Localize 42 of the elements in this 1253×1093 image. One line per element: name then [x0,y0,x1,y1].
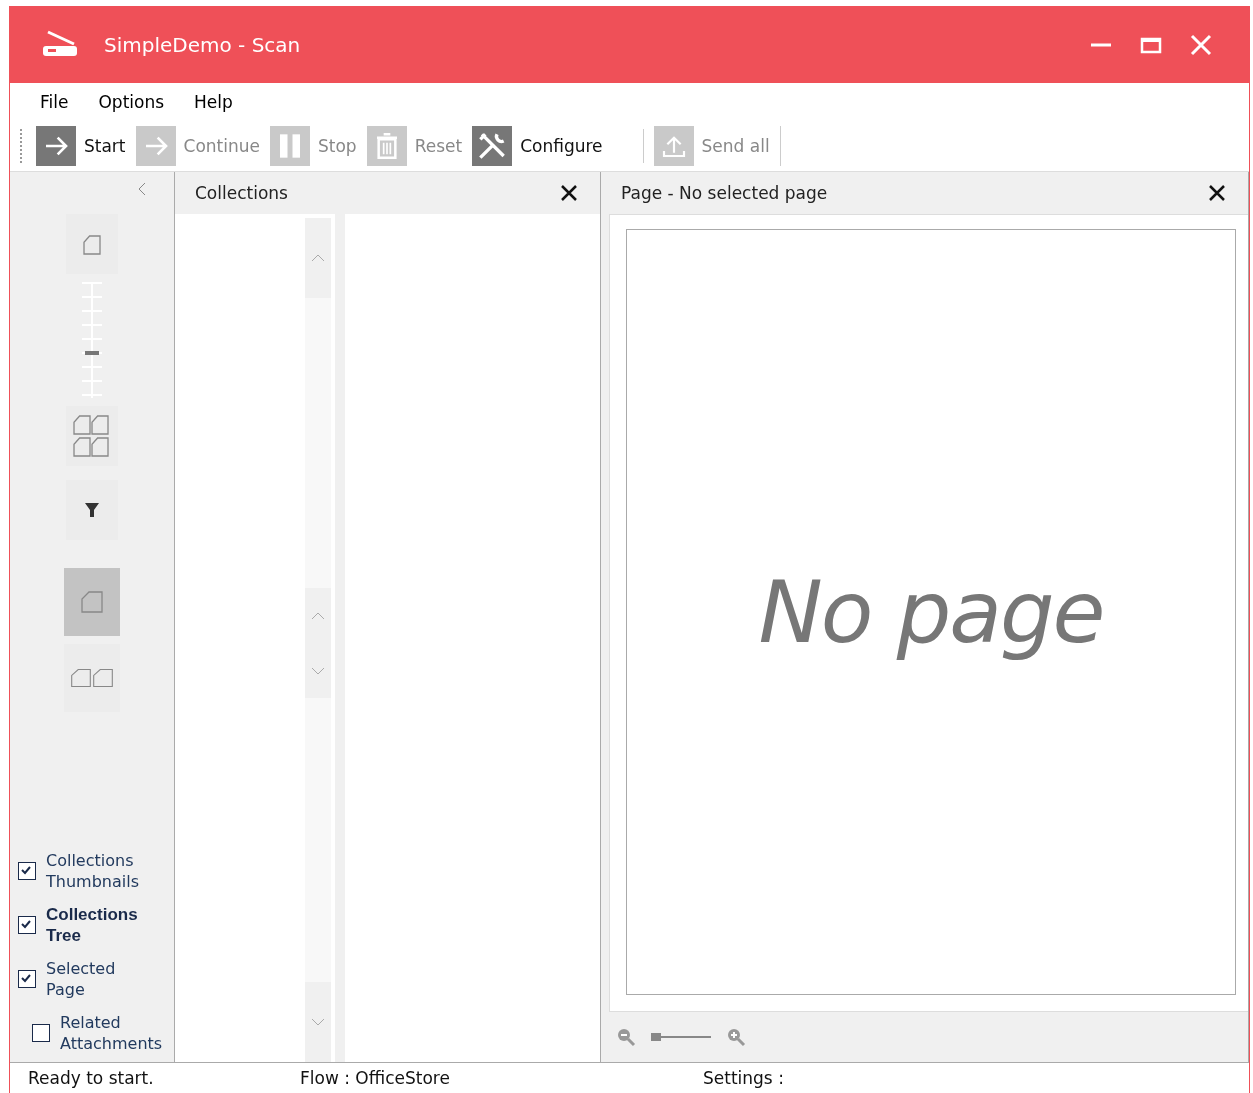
upload-icon [653,126,694,166]
toolbar-button[interactable]: Configure [472,126,613,166]
view-button[interactable] [64,568,120,636]
toolbar-button[interactable]: Start [36,126,136,166]
trash-icon [366,126,407,166]
checkbox[interactable] [18,970,36,988]
status-text: Ready to start. [28,1068,155,1088]
grid-pages-button[interactable] [66,406,118,466]
checkbox[interactable] [18,916,36,934]
chevron-up-icon[interactable] [311,610,325,621]
page-icon [78,588,106,616]
checkbox-label[interactable]: Selected Page [46,958,146,1000]
view-button[interactable] [64,644,120,712]
scrollbar[interactable] [305,218,331,1062]
menu-item[interactable]: Options [86,92,183,112]
pause-icon [270,126,310,166]
menu-item[interactable]: Help [182,92,251,112]
status-text: Settings : [703,1068,784,1088]
checkbox-label[interactable]: Related Attachments [60,1012,160,1054]
panel-title: Collections [195,183,288,203]
four-pages-icon [72,414,112,458]
placeholder-text: No page [758,562,1104,662]
checkbox[interactable] [32,1024,50,1042]
filter-button[interactable] [66,480,118,540]
checkbox[interactable] [18,862,36,880]
collapse-icon[interactable] [138,182,146,196]
status-text: Flow : OfficeStore [300,1068,451,1088]
filter-icon [82,500,102,520]
chevron-down-icon[interactable] [311,665,325,676]
panel-title: Page - No selected page [621,183,828,203]
menu-item[interactable]: File [28,92,87,112]
zoom-in-icon[interactable] [725,1026,747,1048]
chevron-down-icon[interactable] [311,1017,325,1027]
chevron-up-icon[interactable] [311,253,325,263]
size-slider[interactable] [82,282,102,398]
zoom-slider[interactable] [651,1032,711,1042]
window-title: SimpleDemo - Scan [104,32,301,57]
checkbox-label[interactable]: Collections Thumbnails [46,850,146,892]
checkbox-label[interactable]: Collections Tree [46,904,146,946]
zoom-out-icon[interactable] [615,1026,637,1048]
tools-icon [472,126,513,166]
single-page-button[interactable] [66,214,118,274]
